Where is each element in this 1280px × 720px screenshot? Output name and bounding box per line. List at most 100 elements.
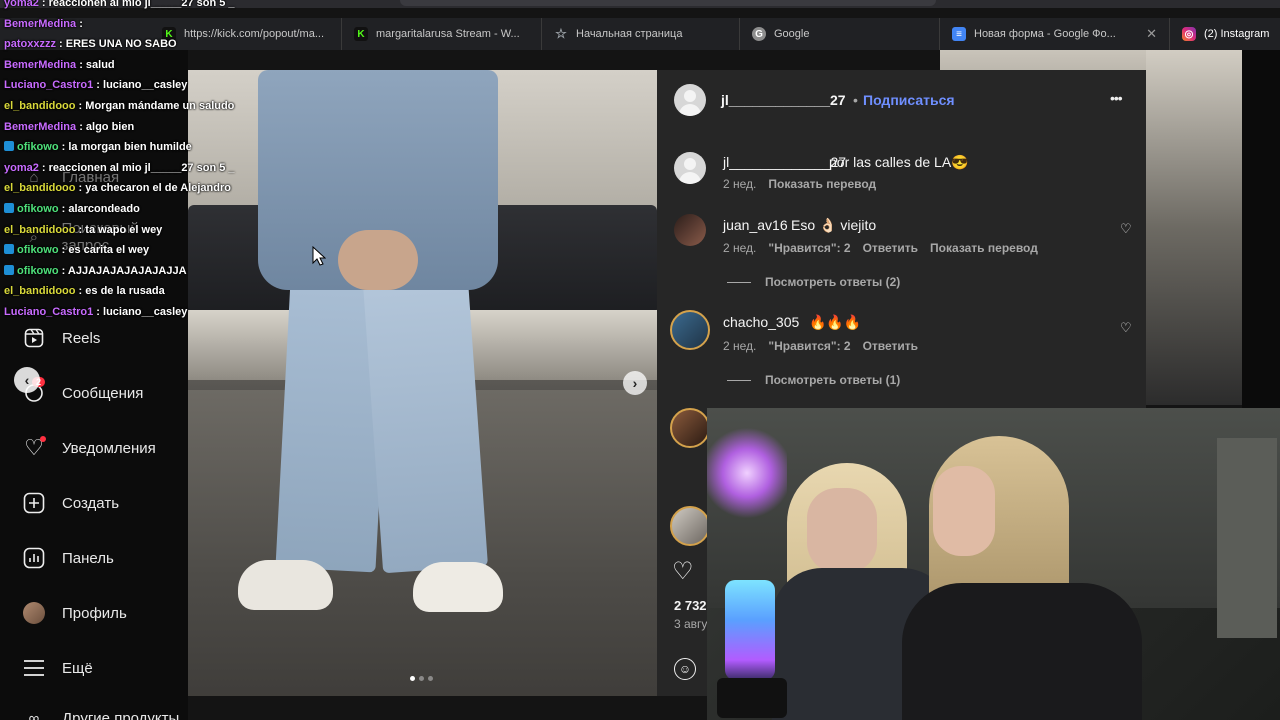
reply-link[interactable]: Ответить [863,339,918,353]
tab-kick-stream[interactable]: K margaritalarusa Stream - W... [342,18,542,50]
author-avatar[interactable] [674,84,706,116]
chat-username[interactable]: BemerMedina [4,121,76,133]
likes-count[interactable]: 2 732 [674,598,707,613]
view-replies[interactable]: Посмотреть ответы (2) [727,275,900,289]
emoji-icon[interactable]: ☺ [674,658,696,680]
sidebar-item-other-products[interactable]: ∞ Другие продукты [22,706,180,720]
tab-label: Google [774,28,810,40]
like-post-heart-icon[interactable]: ♡ [672,557,694,586]
tab-google-forms[interactable]: ≡ Новая форма - Google Фо... ✕ [940,18,1170,50]
chat-username[interactable]: el_bandidooo [4,285,76,297]
webcam-overlay [707,408,1280,720]
forms-icon: ≡ [952,27,966,41]
chat-username[interactable]: ofikowo [17,244,59,256]
comment-username[interactable]: chacho_305 [723,314,799,330]
sidebar-item-dashboard[interactable]: Панель [22,546,114,570]
view-replies[interactable]: Посмотреть ответы (1) [727,373,900,387]
follow-button[interactable]: Подписаться [863,92,955,108]
tab-google[interactable]: G Google [740,18,940,50]
like-comment-heart-icon[interactable]: ♡ [1120,320,1132,336]
avatar-icon [22,601,46,625]
microphone-stand [717,678,787,718]
carousel-dot[interactable] [419,676,424,681]
sidebar-item-more[interactable]: Ещё [22,656,93,680]
chat-username[interactable]: el_bandidooo [4,100,76,112]
chat-username[interactable]: patoxxzzz [4,38,56,50]
chat-text: : [76,17,83,30]
reply-link[interactable]: Ответить [863,241,918,255]
chat-username[interactable]: el_bandidooo [4,224,76,236]
chat-text: : alarcondeado [58,203,140,215]
chat-username[interactable]: Luciano_Castro1 [4,306,93,318]
tab-label: Начальная страница [576,28,683,40]
rgb-microphone [725,580,775,680]
translate-link[interactable]: Показать перевод [930,241,1038,255]
carousel-dots [410,676,433,681]
chat-username[interactable]: ofikowo [17,141,59,153]
star-icon: ☆ [555,26,567,41]
chat-text: : algo bien [76,120,135,133]
comment-avatar[interactable] [670,408,710,448]
caption-username[interactable]: jl_____________27 [723,154,846,170]
close-icon[interactable]: ✕ [1146,26,1157,42]
author-username[interactable]: jl_____________27 [721,92,846,108]
chat-message: ofikowo : alarcondeado [4,202,140,216]
chat-badge-icon [4,264,14,275]
carousel-dot[interactable] [410,676,415,681]
comment-avatar[interactable] [670,506,710,546]
chat-username[interactable]: ofikowo [17,265,59,277]
chat-text: : luciano__casley [93,79,188,92]
stream-chat-overlay: yoma2 : reaccionen al mio jl_____27 son … [0,0,240,320]
sidebar-item-profile[interactable]: Профиль [22,601,127,625]
chat-message: BemerMedina : salud [4,58,115,72]
comment-time: 2 нед. [723,241,757,255]
comment-likes[interactable]: "Нравится": 2 [768,241,850,255]
caption-meta: 2 нед. Показать перевод [723,177,876,191]
chat-username[interactable]: ofikowo [17,203,59,215]
sidebar-item-notifications[interactable]: ♡ Уведомления [22,435,156,460]
tab-instagram[interactable]: ◎ (2) Instagram [1170,18,1280,50]
sidebar-item-reels[interactable]: Reels [22,326,100,350]
post-image[interactable] [188,70,657,696]
chat-username[interactable]: BemerMedina [4,59,76,71]
comment-username[interactable]: juan_av16 [723,217,788,233]
chat-message: yoma2 : reaccionen al mio jl_____27 son … [4,0,235,10]
instagram-icon: ◎ [1182,27,1196,41]
chat-username[interactable]: BemerMedina [4,18,76,30]
dashboard-icon [22,546,46,570]
chat-username[interactable]: yoma2 [4,162,39,174]
menu-icon [22,656,46,680]
replies-line [727,379,751,381]
streamer-left-face [807,488,877,573]
streamer-right-face [933,466,995,556]
comment-text: Eso 👌🏻 viejito [791,217,877,233]
address-bar[interactable] [400,0,936,6]
chat-message: el_bandidooo : es de la rusada [4,284,165,298]
chat-message: yoma2 : reaccionen al mio jl_____27 son … [4,161,235,175]
sidebar-item-messages[interactable]: 2 Сообщения [22,377,143,405]
chat-username[interactable]: yoma2 [4,0,39,9]
chat-message: ofikowo : AJJAJAJAJAJAJAJJA [4,264,187,278]
sidebar-item-create[interactable]: Создать [22,491,119,515]
comment-likes[interactable]: "Нравится": 2 [768,339,850,353]
next-image-button[interactable]: › [623,371,647,395]
chat-username[interactable]: el_bandidooo [4,182,76,194]
comment-avatar[interactable] [674,214,706,246]
carousel-dot[interactable] [428,676,433,681]
translate-link[interactable]: Показать перевод [768,177,876,191]
chat-message: BemerMedina : algo bien [4,120,134,134]
chat-username[interactable]: Luciano_Castro1 [4,79,93,91]
more-options-icon[interactable]: ••• [1110,90,1123,106]
tab-label: (2) Instagram [1204,28,1270,40]
view-replies-label: Посмотреть ответы (1) [765,373,901,387]
tab-start-page[interactable]: ☆ Начальная страница [542,18,740,50]
background-dark-edge [1242,50,1280,408]
comment-avatar[interactable] [670,310,710,350]
prev-post-button[interactable]: ‹ [14,367,40,393]
chat-text: : ERES UNA NO SABO [55,38,177,51]
caption-avatar[interactable] [674,152,706,184]
chat-text: : salud [76,58,115,71]
chevron-left-icon: ‹ [24,372,30,388]
chevron-right-icon: › [632,375,638,391]
like-comment-heart-icon[interactable]: ♡ [1120,221,1132,237]
